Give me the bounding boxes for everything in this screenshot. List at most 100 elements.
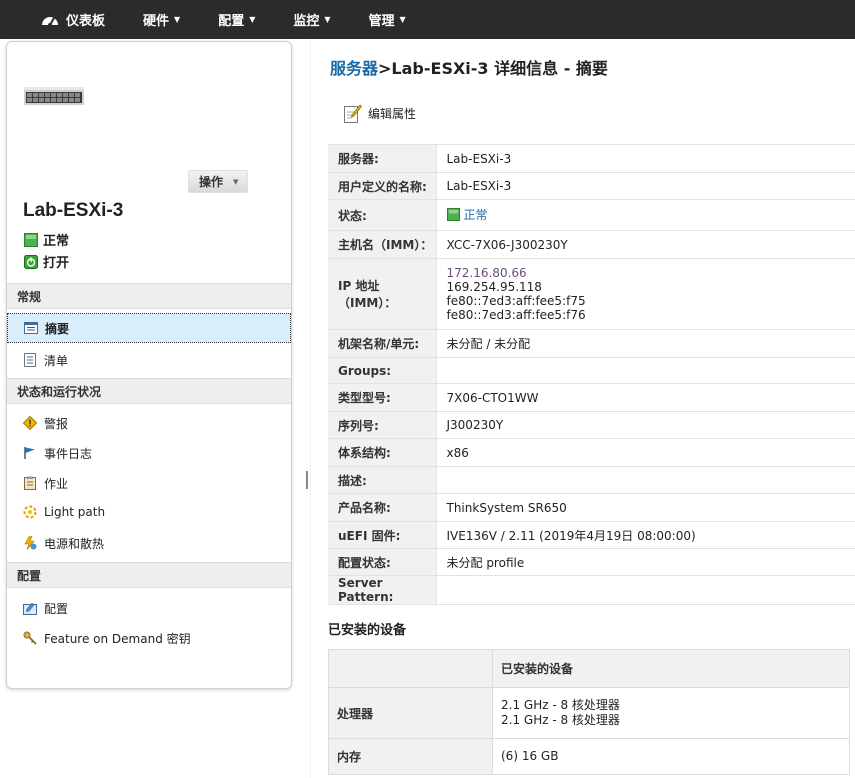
prop-value: IVE136V / 2.11 (2019年4月19日 08:00:00) — [436, 521, 855, 549]
device-key: 处理器 — [328, 687, 493, 739]
sidebar-item-event-log[interactable]: 事件日志 — [7, 438, 291, 468]
sidebar-item-summary-label: 摘要 — [45, 321, 70, 336]
sidebar-item-power-cooling[interactable]: 电源和散热 — [7, 528, 291, 558]
table-row: 序列号: J300230Y — [328, 411, 855, 439]
ip-address: fe80::7ed3:aff:fee5:f75 — [446, 294, 586, 308]
section-status-health: 状态和运行状况 — [7, 378, 291, 404]
server-properties-table: 服务器: Lab-ESXi-3 用户定义的名称: Lab-ESXi-3 状态: … — [328, 144, 855, 605]
ip-address: fe80::7ed3:aff:fee5:f76 — [446, 308, 586, 322]
prop-key: 产品名称: — [328, 493, 437, 522]
device-value: 2.1 GHz - 8 核处理器 2.1 GHz - 8 核处理器 — [492, 687, 850, 739]
health-status: 正常 — [24, 230, 69, 249]
key-icon — [23, 631, 37, 645]
power-status: 打开 — [24, 252, 69, 271]
alert-warning-icon — [23, 416, 37, 430]
sidebar-item-jobs-label: 作业 — [44, 476, 69, 491]
section-config: 配置 — [7, 562, 291, 588]
prop-key: 描述: — [328, 466, 437, 494]
table-row: 体系结构: x86 — [328, 438, 855, 467]
sidebar-item-jobs[interactable]: 作业 — [7, 468, 291, 498]
normal-status-icon — [446, 208, 460, 221]
device-key: 内存 — [328, 738, 493, 775]
prop-key: 机架名称/单元: — [328, 329, 437, 358]
sidebar-item-configuration[interactable]: 配置 — [7, 593, 291, 623]
clipboard-icon — [24, 476, 36, 490]
prop-key: 用户定义的名称: — [328, 172, 437, 200]
chevron-down-icon: ▼ — [399, 15, 406, 24]
chevron-down-icon: ▼ — [249, 15, 256, 24]
nav-monitor[interactable]: 监控 ▼ — [293, 10, 330, 29]
nav-hardware[interactable]: 硬件 ▼ — [143, 10, 180, 29]
table-row: 机架名称/单元: 未分配 / 未分配 — [328, 329, 855, 358]
sidebar-item-light-path[interactable]: Light path — [7, 497, 291, 527]
table-row: Groups: — [328, 357, 855, 384]
table-row: 用户定义的名称: Lab-ESXi-3 — [328, 172, 855, 200]
breadcrumb-servers-link[interactable]: 服务器 — [330, 59, 378, 78]
nav-config[interactable]: 配置 ▼ — [218, 10, 255, 29]
summary-list-icon — [24, 322, 38, 334]
top-nav: 仪表板 硬件 ▼ 配置 ▼ 监控 ▼ 管理 ▼ — [0, 0, 855, 39]
prop-key: 服务器: — [328, 144, 437, 173]
top-navigation-bar: 仪表板 硬件 ▼ 配置 ▼ 监控 ▼ 管理 ▼ — [0, 0, 855, 39]
normal-status-icon — [24, 232, 38, 247]
prop-value: ThinkSystem SR650 — [436, 493, 855, 522]
prop-value: 未分配 profile — [436, 548, 855, 576]
prop-value: Lab-ESXi-3 — [436, 172, 855, 200]
panel-resize-handle[interactable] — [306, 471, 308, 489]
table-row: 主机名（IMM）： XCC-7X06-J300230Y — [328, 230, 855, 259]
prop-value: 172.16.80.66 169.254.95.118 fe80::7ed3:a… — [436, 258, 855, 330]
sidebar-item-power-cooling-label: 电源和散热 — [44, 536, 105, 551]
prop-key: 配置状态: — [328, 548, 437, 576]
prop-value: XCC-7X06-J300230Y — [436, 230, 855, 259]
edit-properties-label: 编辑属性 — [368, 106, 417, 121]
prop-value: Lab-ESXi-3 — [436, 144, 855, 173]
device-value: (6) 16 GB — [492, 738, 850, 775]
ip-address: 172.16.80.66 — [446, 266, 527, 280]
cpu-entry: 2.1 GHz - 8 核处理器 — [501, 698, 620, 712]
prop-key: IP 地址（IMM）： — [328, 258, 437, 330]
nav-manage-label: 管理 — [368, 14, 395, 29]
flag-icon — [24, 447, 35, 459]
power-on-icon — [24, 254, 38, 269]
table-row: Server Pattern: — [328, 575, 855, 605]
table-row: 状态: 正常 — [328, 199, 855, 231]
table-header-cell — [328, 649, 493, 688]
table-header-cell: 已安装的设备 — [492, 649, 850, 688]
sidebar-item-alerts[interactable]: 警报 — [7, 408, 291, 438]
server-name-heading: Lab-ESXi-3 — [23, 200, 124, 221]
table-row: IP 地址（IMM）： 172.16.80.66 169.254.95.118 … — [328, 258, 855, 330]
cpu-entry: 2.1 GHz - 8 核处理器 — [501, 713, 620, 727]
section-general: 常规 — [7, 283, 291, 309]
installed-devices-heading: 已安装的设备 — [328, 623, 407, 638]
table-row: 处理器 2.1 GHz - 8 核处理器 2.1 GHz - 8 核处理器 — [328, 687, 850, 739]
sidebar-item-fod-keys[interactable]: Feature on Demand 密钥 — [7, 623, 291, 653]
table-row: 配置状态: 未分配 profile — [328, 548, 855, 576]
power-status-label: 打开 — [43, 256, 70, 271]
server-side-panel: 操作 ▼ Lab-ESXi-3 正常 打开 常规 摘要 清单 状态和运行状况 警… — [6, 41, 292, 689]
ip-address: 169.254.95.118 — [446, 280, 542, 294]
edit-properties-button[interactable]: 编辑属性 — [344, 103, 416, 123]
actions-dropdown-button[interactable]: 操作 ▼ — [188, 170, 248, 193]
dashboard-gauge-icon — [42, 16, 58, 27]
main-content: 服务器>Lab-ESXi-3 详细信息 - 摘要 编辑属性 服务器: Lab-E… — [312, 39, 855, 778]
actions-label: 操作 — [199, 175, 224, 189]
state-status-label: 正常 — [463, 208, 488, 222]
prop-key: 主机名（IMM）： — [328, 230, 437, 259]
table-row: uEFI 固件: IVE136V / 2.11 (2019年4月19日 08:0… — [328, 521, 855, 549]
sidebar-item-event-log-label: 事件日志 — [44, 446, 93, 461]
inventory-list-icon — [24, 353, 36, 367]
nav-dashboard[interactable]: 仪表板 — [40, 10, 105, 29]
health-status-label: 正常 — [43, 234, 70, 249]
nav-manage[interactable]: 管理 ▼ — [369, 10, 406, 29]
table-row: 服务器: Lab-ESXi-3 — [328, 144, 855, 173]
prop-key: Server Pattern: — [328, 575, 437, 605]
nav-monitor-label: 监控 — [293, 14, 320, 29]
sidebar-item-summary[interactable]: 摘要 — [7, 313, 291, 343]
chevron-down-icon: ▼ — [174, 15, 181, 24]
nav-config-label: 配置 — [218, 14, 245, 29]
prop-value — [436, 357, 855, 384]
chevron-down-icon: ▼ — [324, 15, 331, 24]
sidebar-item-inventory[interactable]: 清单 — [7, 345, 291, 375]
configuration-icon — [23, 602, 37, 615]
prop-value: 7X06-CTO1WW — [436, 383, 855, 412]
